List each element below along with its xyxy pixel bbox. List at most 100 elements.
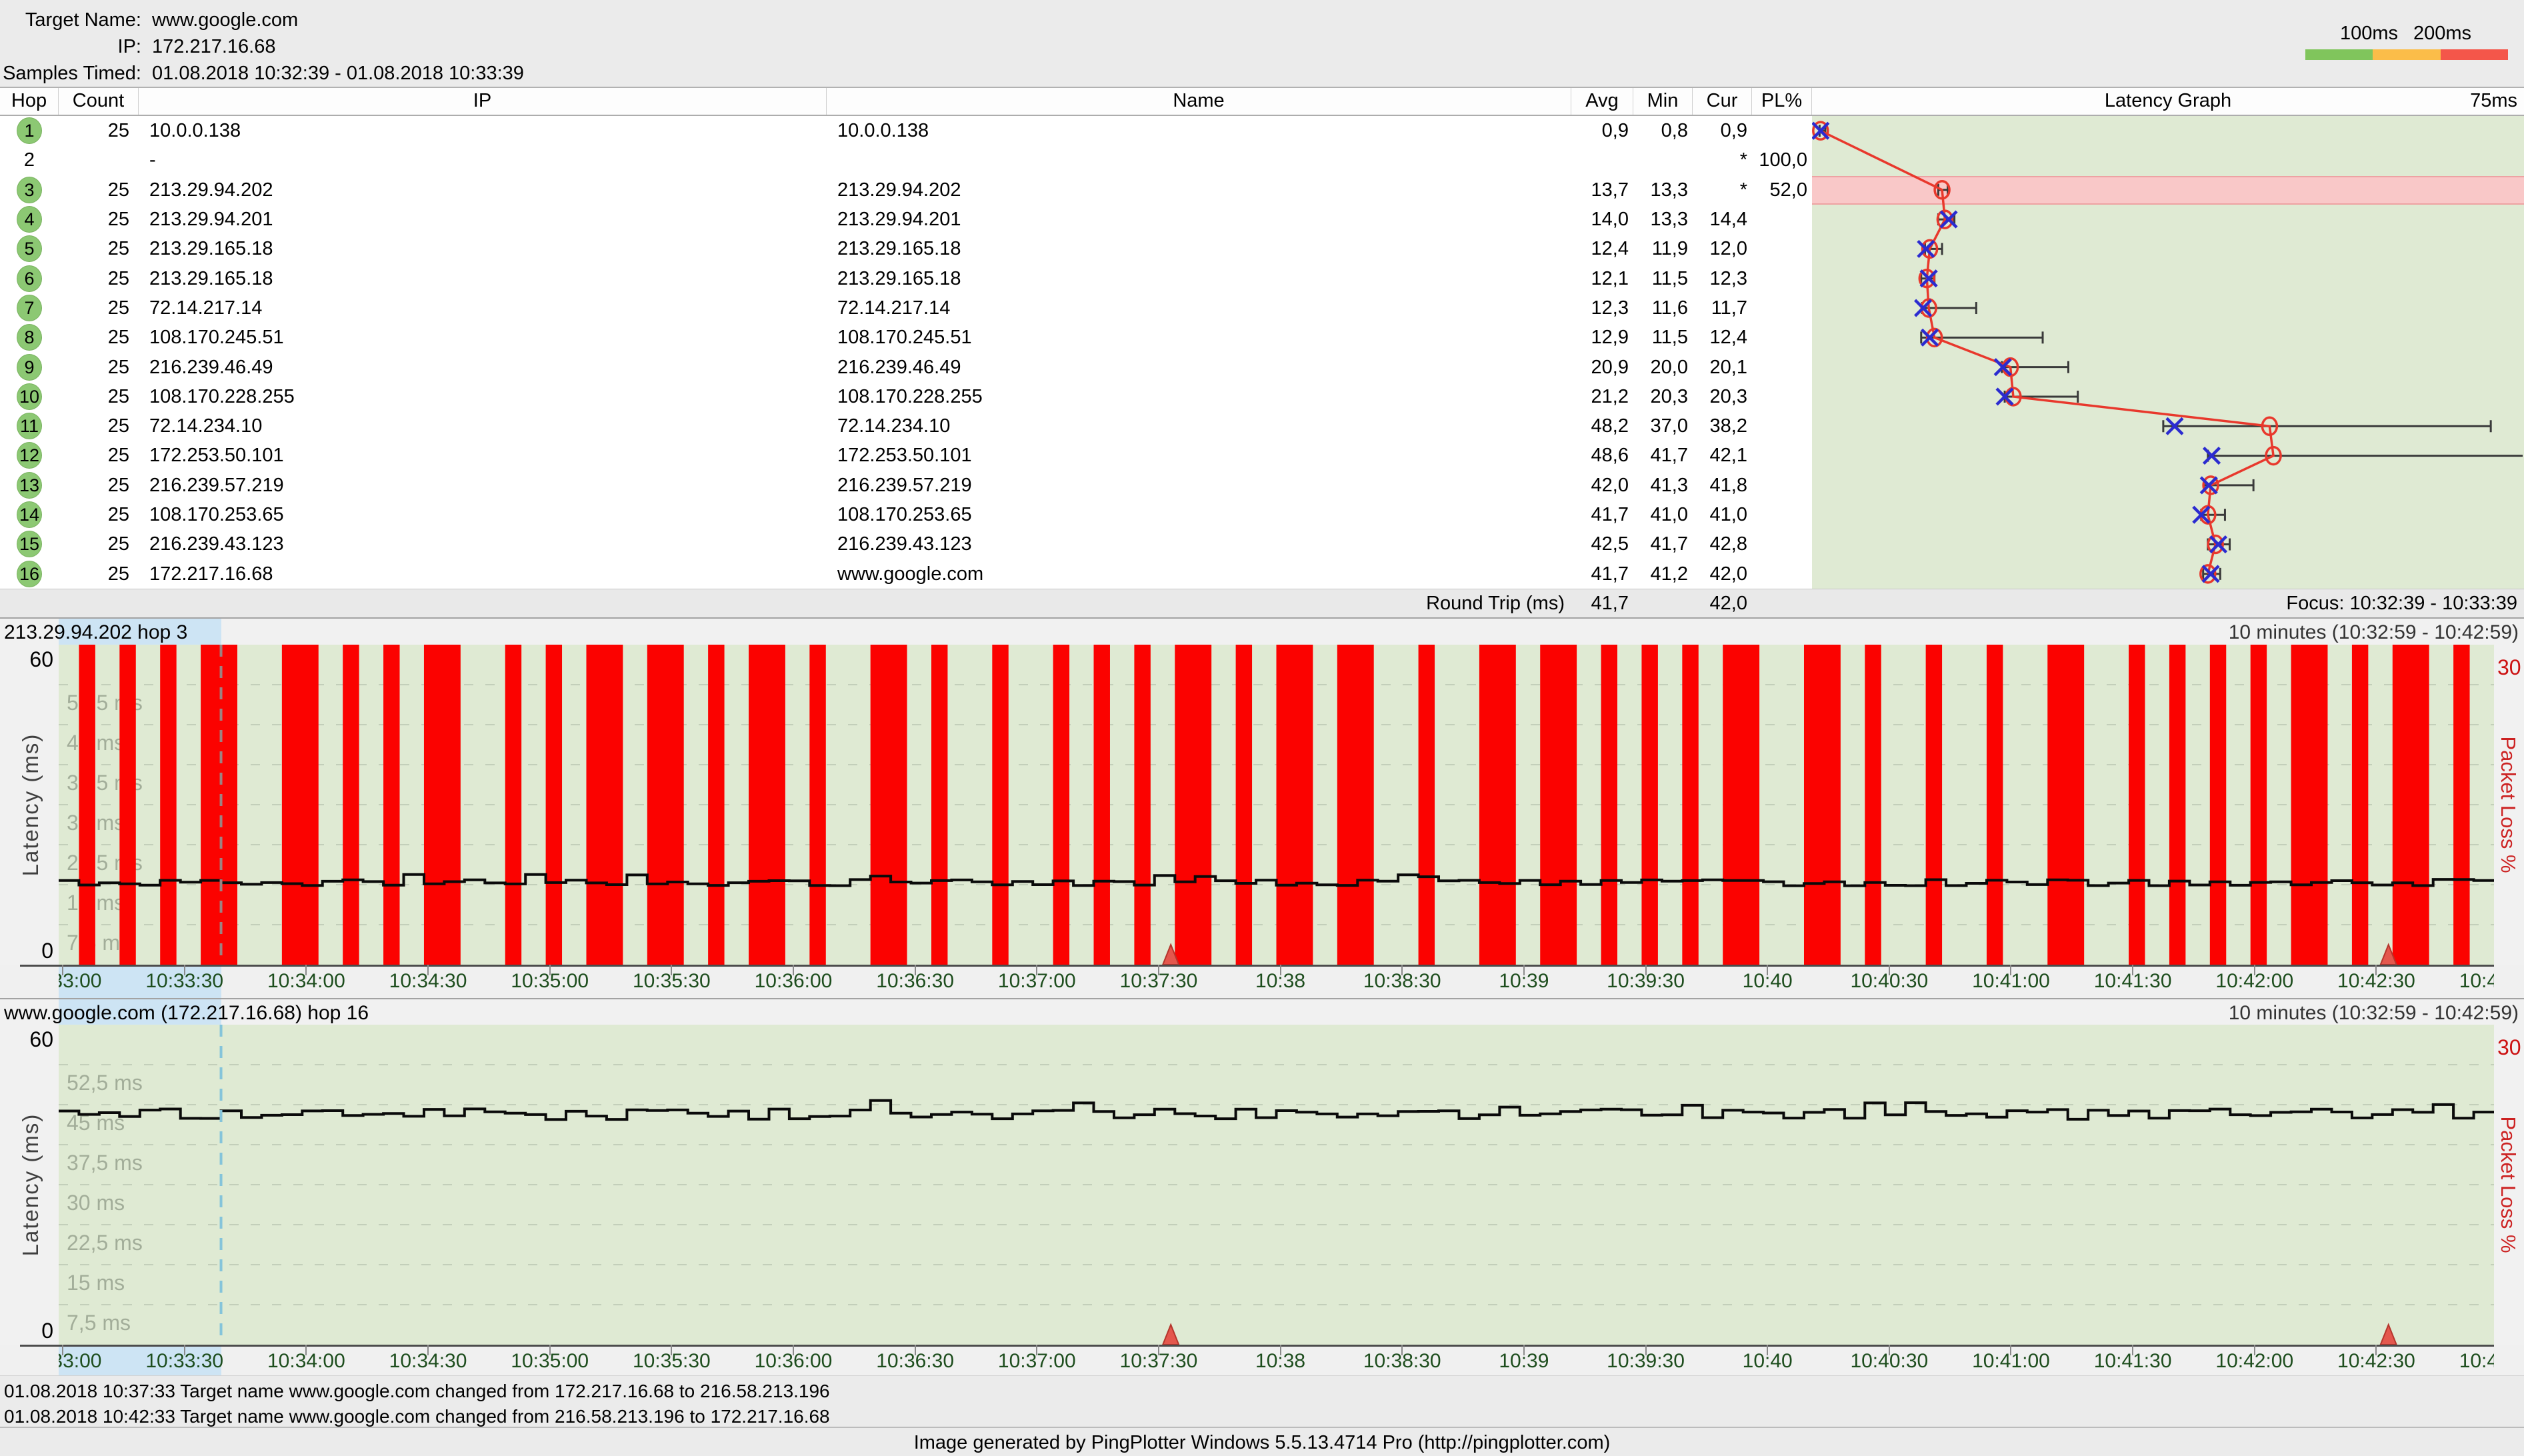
hop-cell: 16 bbox=[0, 559, 59, 589]
avg-cell: 20,9 bbox=[1571, 353, 1633, 382]
graph-spacer bbox=[1812, 145, 2524, 175]
graph2-title-bar: www.google.com (172.217.16.68) hop 16 10… bbox=[0, 998, 2524, 1025]
count-cell: 25 bbox=[59, 500, 139, 529]
graph1-title-bar: 213.29.94.202 hop 3 10 minutes (10:32:59… bbox=[0, 617, 2524, 645]
avg-cell: 42,5 bbox=[1571, 529, 1633, 559]
col-header-min: Min bbox=[1633, 88, 1693, 115]
min-cell: 41,0 bbox=[1633, 500, 1693, 529]
hop-badge: 8 bbox=[17, 324, 42, 351]
graph2-y-max: 60 bbox=[0, 1027, 53, 1052]
hop-row[interactable]: 625213.29.165.18213.29.165.1812,111,512,… bbox=[0, 264, 2524, 293]
hop-row[interactable]: 425213.29.94.201213.29.94.20114,013,314,… bbox=[0, 205, 2524, 234]
name-cell: 213.29.94.201 bbox=[827, 205, 1571, 234]
pl-cell bbox=[1752, 500, 1812, 529]
ip-cell: 108.170.245.51 bbox=[139, 323, 827, 352]
min-cell: 13,3 bbox=[1633, 205, 1693, 234]
count-cell: 25 bbox=[59, 264, 139, 293]
hop-row[interactable]: 1025108.170.228.255108.170.228.25521,220… bbox=[0, 382, 2524, 411]
ip-cell: 213.29.165.18 bbox=[139, 264, 827, 293]
trace-table-body: 12510.0.0.13810.0.0.1380,90,80,92-*100,0… bbox=[0, 116, 2524, 589]
hop-row[interactable]: 1625172.217.16.68www.google.com41,741,24… bbox=[0, 559, 2524, 589]
count-cell: 25 bbox=[59, 205, 139, 234]
graph-spacer bbox=[1812, 323, 2524, 352]
hop-cell: 11 bbox=[0, 411, 59, 441]
min-cell: 41,7 bbox=[1633, 441, 1693, 470]
svg-text:30 ms: 30 ms bbox=[67, 811, 125, 835]
name-cell: 108.170.245.51 bbox=[827, 323, 1571, 352]
hop-cell: 9 bbox=[0, 353, 59, 382]
legend-green-segment bbox=[2305, 49, 2373, 60]
hop-badge: 7 bbox=[17, 295, 42, 321]
svg-text:22,5 ms: 22,5 ms bbox=[67, 1231, 143, 1255]
graph2-title: www.google.com (172.217.16.68) hop 16 bbox=[4, 1002, 369, 1025]
graph-spacer bbox=[1812, 234, 2524, 263]
col-header-name: Name bbox=[827, 88, 1571, 115]
graph-spacer bbox=[1812, 441, 2524, 470]
min-cell: 11,5 bbox=[1633, 323, 1693, 352]
graph-spacer bbox=[1812, 353, 2524, 382]
hop-row[interactable]: 525213.29.165.18213.29.165.1812,411,912,… bbox=[0, 234, 2524, 263]
pl-cell bbox=[1752, 116, 1812, 145]
hop-row[interactable]: 925216.239.46.49216.239.46.4920,920,020,… bbox=[0, 353, 2524, 382]
cur-cell: 11,7 bbox=[1693, 293, 1752, 323]
graph2-plot[interactable]: 52,5 ms45 ms37,5 ms30 ms22,5 ms15 ms7,5 … bbox=[59, 1025, 2494, 1345]
pl-cell: 52,0 bbox=[1752, 175, 1812, 205]
hop-row[interactable]: 825108.170.245.51108.170.245.5112,911,51… bbox=[0, 323, 2524, 352]
avg-cell: 42,0 bbox=[1571, 471, 1633, 500]
min-cell: 41,3 bbox=[1633, 471, 1693, 500]
svg-text:52,5 ms: 52,5 ms bbox=[67, 1071, 143, 1095]
hop-row[interactable]: 325213.29.94.202213.29.94.20213,713,3*52… bbox=[0, 175, 2524, 205]
count-cell: 25 bbox=[59, 529, 139, 559]
hop-cell: 2 bbox=[0, 145, 59, 175]
pl-cell bbox=[1752, 293, 1812, 323]
count-cell: 25 bbox=[59, 411, 139, 441]
round-trip-row: Round Trip (ms) 41,7 42,0 Focus: 10:32:3… bbox=[0, 589, 2524, 617]
ip-cell: 108.170.253.65 bbox=[139, 500, 827, 529]
x-tick-label: 10:43:00 bbox=[2425, 970, 2494, 993]
hop-row[interactable]: 1425108.170.253.65108.170.253.6541,741,0… bbox=[0, 500, 2524, 529]
min-cell: 0,8 bbox=[1633, 116, 1693, 145]
cur-cell: 42,8 bbox=[1693, 529, 1752, 559]
svg-text:37,5 ms: 37,5 ms bbox=[67, 1151, 143, 1175]
hop-row[interactable]: 2-*100,0 bbox=[0, 145, 2524, 175]
ip-cell: 213.29.94.202 bbox=[139, 175, 827, 205]
min-cell: 37,0 bbox=[1633, 411, 1693, 441]
count-cell: 25 bbox=[59, 116, 139, 145]
graph1: 60 0 Latency (ms) 52,5 ms45 ms37,5 ms30 … bbox=[0, 645, 2524, 965]
ip-cell: 72.14.234.10 bbox=[139, 411, 827, 441]
graph2-y2-max: 30 bbox=[2497, 1035, 2521, 1060]
avg-cell: 12,3 bbox=[1571, 293, 1633, 323]
graph-spacer bbox=[1812, 293, 2524, 323]
round-trip-cur: 42,0 bbox=[1693, 589, 1752, 617]
graph-spacer bbox=[1812, 471, 2524, 500]
hop-row[interactable]: 1325216.239.57.219216.239.57.21942,041,3… bbox=[0, 471, 2524, 500]
hop-badge: 13 bbox=[17, 472, 42, 499]
col-header-latency-graph: Latency Graph 75ms bbox=[1812, 88, 2524, 115]
pl-cell bbox=[1752, 382, 1812, 411]
count-cell: 25 bbox=[59, 353, 139, 382]
latency-graph-label: Latency Graph bbox=[2105, 90, 2231, 111]
avg-cell: 12,1 bbox=[1571, 264, 1633, 293]
hop-row[interactable]: 112572.14.234.1072.14.234.1048,237,038,2 bbox=[0, 411, 2524, 441]
name-cell: 72.14.217.14 bbox=[827, 293, 1571, 323]
hop-badge: 1 bbox=[17, 117, 42, 144]
cur-cell: 0,9 bbox=[1693, 116, 1752, 145]
graph1-plot[interactable]: 52,5 ms45 ms37,5 ms30 ms22,5 ms15 ms7,5 … bbox=[59, 645, 2494, 965]
x-tick-label: 10:43:00 bbox=[2425, 1350, 2494, 1373]
pingplotter-export: Target Name: www.google.com IP: 172.217.… bbox=[0, 0, 2524, 1456]
pl-cell bbox=[1752, 264, 1812, 293]
hop-row[interactable]: 72572.14.217.1472.14.217.1412,311,611,7 bbox=[0, 293, 2524, 323]
hop-row[interactable]: 1225172.253.50.101172.253.50.10148,641,7… bbox=[0, 441, 2524, 470]
count-cell: 25 bbox=[59, 293, 139, 323]
name-cell: www.google.com bbox=[827, 559, 1571, 589]
hop-row[interactable]: 1525216.239.43.123216.239.43.12342,541,7… bbox=[0, 529, 2524, 559]
hop-row[interactable]: 12510.0.0.13810.0.0.1380,90,80,9 bbox=[0, 116, 2524, 145]
pl-cell bbox=[1752, 529, 1812, 559]
pl-cell bbox=[1752, 559, 1812, 589]
avg-cell bbox=[1571, 145, 1633, 175]
hop-cell: 7 bbox=[0, 293, 59, 323]
event-log-line: 01.08.2018 10:42:33 Target name www.goog… bbox=[4, 1404, 2524, 1429]
name-cell: 216.239.46.49 bbox=[827, 353, 1571, 382]
cur-cell: 42,1 bbox=[1693, 441, 1752, 470]
graph2-y-axis-label: Latency (ms) bbox=[18, 1113, 43, 1257]
